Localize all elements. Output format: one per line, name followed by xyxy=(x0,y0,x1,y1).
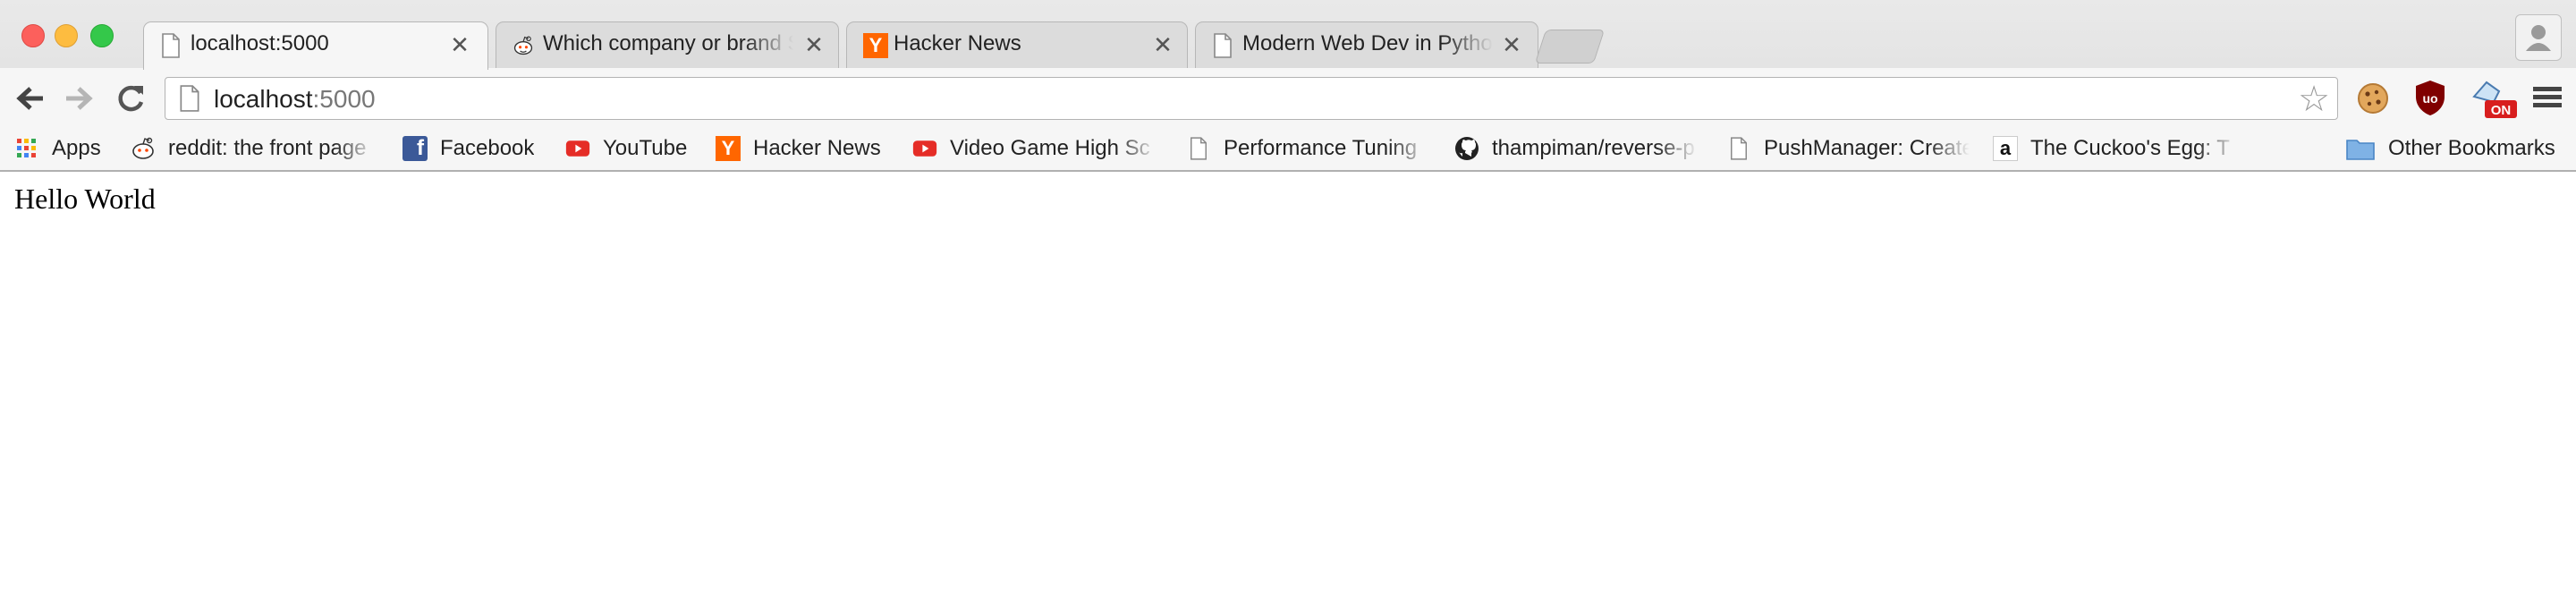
cookie-icon[interactable] xyxy=(2352,77,2394,118)
tab-reddit[interactable]: Which company or brand S ✕ xyxy=(496,21,839,68)
tab-close-button[interactable]: ✕ xyxy=(1151,30,1174,60)
bookmark-label: Hacker News xyxy=(753,136,881,160)
tab-close-button[interactable]: ✕ xyxy=(1500,30,1523,60)
tab-title: Hacker News xyxy=(894,31,1021,55)
bookmark-label: The Cuckoo's Egg: T xyxy=(2030,136,2230,160)
bookmark-video-game-high-school[interactable]: Video Game High Sc xyxy=(912,132,1159,165)
bookmark-label: thampiman/reverse-p xyxy=(1492,136,1695,160)
bookmark-cuckoos-egg[interactable]: a The Cuckoo's Egg: T xyxy=(1993,132,2238,165)
browser-chrome: localhost:5000 ✕ Which company or brand … xyxy=(0,0,2576,172)
reload-icon[interactable] xyxy=(113,81,148,116)
tab-localhost[interactable]: localhost:5000 ✕ xyxy=(143,21,488,70)
page-icon xyxy=(1726,136,1751,161)
bookmark-star-icon[interactable]: ☆ xyxy=(2298,80,2330,119)
tab-close-button[interactable]: ✕ xyxy=(448,30,471,60)
bookmark-label: Other Bookmarks xyxy=(2388,136,2555,160)
page-icon xyxy=(1214,33,1232,58)
amazon-icon: a xyxy=(1993,136,2018,161)
bookmark-label: Facebook xyxy=(440,136,535,160)
bookmark-label: Performance Tuning xyxy=(1224,136,1418,160)
url-port: :5000 xyxy=(312,85,376,113)
tab-title: Which company or brand S xyxy=(543,31,793,55)
toolbar: localhost:5000 ☆ uo ON xyxy=(0,68,2576,127)
bookmark-pushmanager[interactable]: PushManager: Create xyxy=(1726,132,1970,165)
bookmark-youtube[interactable]: YouTube xyxy=(565,132,708,165)
bookmark-label: Apps xyxy=(52,136,101,160)
ublock-icon[interactable]: uo xyxy=(2410,77,2451,118)
window-maximize-button[interactable] xyxy=(90,24,114,47)
bookmark-label: reddit: the front page xyxy=(168,136,367,160)
page-icon xyxy=(180,85,199,112)
github-icon xyxy=(1454,136,1479,161)
page-body-text: Hello World xyxy=(14,183,156,215)
reddit-icon xyxy=(131,136,156,161)
folder-icon xyxy=(2345,136,2376,161)
page-icon xyxy=(1186,136,1211,161)
apps-grid-icon xyxy=(14,136,39,161)
facebook-icon: f xyxy=(402,136,428,161)
bookmark-facebook[interactable]: f Facebook xyxy=(402,132,546,165)
toggle-on-extension-icon[interactable]: ON xyxy=(2469,77,2519,118)
tab-strip: localhost:5000 ✕ Which company or brand … xyxy=(0,0,2576,70)
address-bar[interactable]: localhost:5000 ☆ xyxy=(165,77,2338,120)
youtube-icon xyxy=(912,136,937,161)
bookmark-label: PushManager: Create xyxy=(1764,136,1970,160)
url-text[interactable]: localhost:5000 xyxy=(214,85,376,114)
menu-icon[interactable] xyxy=(2529,77,2565,118)
url-host: localhost xyxy=(214,85,313,113)
bookmark-hacker-news[interactable]: Y Hacker News xyxy=(716,132,894,165)
bookmark-thampiman[interactable]: thampiman/reverse-p xyxy=(1454,132,1699,165)
bookmark-apps[interactable]: Apps xyxy=(14,132,122,165)
youtube-icon xyxy=(565,136,590,161)
bookmark-performance-tuning[interactable]: Performance Tuning xyxy=(1186,132,1429,165)
hacker-news-icon: Y xyxy=(863,33,888,58)
window-minimize-button[interactable] xyxy=(55,24,78,47)
tab-modern-web-dev[interactable]: Modern Web Dev in Python ✕ xyxy=(1195,21,1538,68)
page-content: Hello World xyxy=(0,172,2576,612)
tab-title: Modern Web Dev in Python xyxy=(1242,31,1493,55)
bookmarks-bar: Apps reddit: the front page f Facebook Y… xyxy=(0,127,2576,172)
profile-button[interactable] xyxy=(2515,14,2562,61)
new-tab-button[interactable] xyxy=(1534,30,1606,64)
hacker-news-icon: Y xyxy=(716,136,741,161)
tab-hacker-news[interactable]: Y Hacker News ✕ xyxy=(846,21,1188,68)
bookmark-label: Video Game High Sc xyxy=(950,136,1150,160)
back-arrow-icon[interactable] xyxy=(13,81,48,116)
svg-text:uo: uo xyxy=(2422,91,2437,106)
forward-arrow-icon[interactable] xyxy=(61,81,97,116)
svg-text:ON: ON xyxy=(2491,103,2512,118)
page-icon xyxy=(162,33,180,58)
window-close-button[interactable] xyxy=(21,24,45,47)
bookmark-other-bookmarks[interactable]: Other Bookmarks xyxy=(2345,132,2569,165)
tab-close-button[interactable]: ✕ xyxy=(802,30,826,60)
tab-title: localhost:5000 xyxy=(191,31,329,55)
bookmark-reddit[interactable]: reddit: the front page xyxy=(131,132,376,165)
user-icon xyxy=(2526,25,2551,51)
bookmark-label: YouTube xyxy=(603,136,688,160)
reddit-icon xyxy=(513,36,533,55)
